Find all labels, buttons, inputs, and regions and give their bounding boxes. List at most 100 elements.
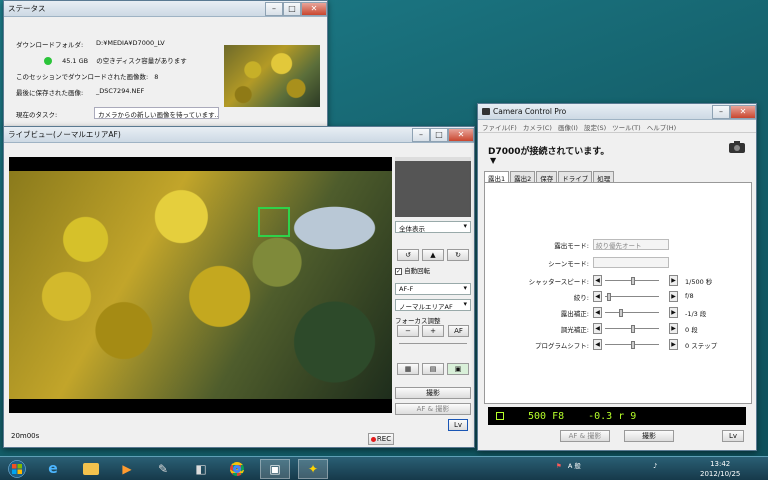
- download-folder-value: D:¥MEDIA¥D7000_LV: [96, 39, 165, 47]
- program-shift-thumb[interactable]: [631, 341, 635, 349]
- focus-adjust-label: フォーカス調整: [395, 317, 441, 325]
- program-shift-increase-button[interactable]: ▶: [669, 339, 678, 350]
- flash-comp-decrease-button[interactable]: ◀: [593, 323, 602, 334]
- grid-view-button[interactable]: ▦: [397, 363, 419, 375]
- lcd-status: -0.3 r 9: [588, 410, 637, 422]
- shutter-thumb[interactable]: [631, 277, 635, 285]
- arrow-up-icon: ▲: [430, 251, 436, 259]
- disk-ok-icon: [44, 57, 52, 65]
- af-point-frame[interactable]: [258, 207, 290, 237]
- auto-rotate-row[interactable]: ✓ 自動回転: [395, 265, 430, 275]
- flash-comp-thumb[interactable]: [631, 325, 635, 333]
- aperture-slider[interactable]: [605, 296, 659, 297]
- rotate-right-button[interactable]: ↻: [447, 249, 469, 261]
- exposure-comp-increase-button[interactable]: ▶: [669, 307, 678, 318]
- lcd-exposure: 500 F8: [528, 410, 565, 422]
- focus-slider[interactable]: [399, 343, 467, 344]
- shoot-button[interactable]: 撮影: [395, 387, 471, 399]
- flash-comp-increase-button[interactable]: ▶: [669, 323, 678, 334]
- exposure-mode-label: 露出モード:: [554, 242, 589, 250]
- start-button[interactable]: [2, 459, 32, 479]
- liveview-image[interactable]: [9, 157, 392, 413]
- display-select[interactable]: 全体表示: [395, 221, 471, 233]
- menu-camera[interactable]: カメラ(C): [523, 122, 552, 132]
- focus-plus-button[interactable]: +: [422, 325, 444, 337]
- ccp-titlebar[interactable]: Camera Control Pro – ✕: [478, 104, 756, 120]
- download-folder-label: ダウンロードフォルダ:: [16, 41, 84, 49]
- rotate-up-button[interactable]: ▲: [422, 249, 444, 261]
- shutter-row: シャッタースピード: ◀ ▶ 1/500 秒: [485, 275, 753, 287]
- menu-settings[interactable]: 設定(S): [584, 122, 606, 132]
- shutter-decrease-button[interactable]: ◀: [593, 275, 602, 286]
- exposure-pane: 露出モード: 絞り優先オート シーンモード: シャッタースピード: ◀ ▶ 1/…: [484, 182, 752, 404]
- split-view-button[interactable]: ▤: [422, 363, 444, 375]
- aperture-label: 絞り:: [573, 294, 589, 302]
- taskbar-explorer[interactable]: [76, 459, 106, 479]
- shutter-increase-button[interactable]: ▶: [669, 275, 678, 286]
- taskbar-camera-control[interactable]: ▣: [260, 459, 290, 479]
- minimize-button[interactable]: –: [265, 1, 283, 16]
- menu-help[interactable]: ヘルプ(H): [647, 122, 676, 132]
- exposure-comp-slider[interactable]: [605, 312, 659, 313]
- lv-button[interactable]: Lv: [722, 430, 744, 442]
- af-shoot-button[interactable]: AF & 撮影: [560, 430, 610, 442]
- exposure-comp-thumb[interactable]: [619, 309, 623, 317]
- taskbar-media-player[interactable]: ▶: [112, 459, 142, 479]
- menu-tools[interactable]: ツール(T): [612, 122, 641, 132]
- internet-explorer-icon: e: [48, 461, 58, 477]
- exposure-comp-row: 露出補正: ◀ ▶ -1/3 段: [485, 307, 753, 319]
- taskbar-chrome[interactable]: [222, 459, 252, 479]
- af-mode-select[interactable]: AF-F: [395, 283, 471, 295]
- rec-label: REC: [376, 435, 392, 443]
- rec-button[interactable]: REC: [368, 433, 394, 445]
- aperture-thumb[interactable]: [607, 293, 611, 301]
- camera-control-icon: ▣: [269, 462, 281, 476]
- current-task-label: 現在のタスク:: [16, 111, 58, 119]
- exposure-comp-decrease-button[interactable]: ◀: [593, 307, 602, 318]
- camera-icon: [728, 140, 746, 154]
- maximize-button[interactable]: □: [430, 127, 448, 142]
- close-button[interactable]: ✕: [730, 104, 756, 119]
- clock[interactable]: 13:42 2012/10/25: [700, 459, 740, 479]
- flash-comp-value: 0 段: [685, 326, 698, 334]
- checkbox-icon[interactable]: ✓: [395, 267, 402, 275]
- close-button[interactable]: ✕: [301, 1, 327, 16]
- disk-space-suffix: の空きディスク容量があります: [96, 57, 187, 65]
- af-area-select[interactable]: ノーマルエリアAF: [395, 299, 471, 311]
- current-task-row: 現在のタスク:: [16, 109, 57, 119]
- program-shift-row: プログラムシフト: ◀ ▶ 0 ステップ: [485, 339, 753, 351]
- liveview-titlebar[interactable]: ライブビュー(ノーマルエリアAF) – □ ✕: [4, 127, 474, 143]
- close-button[interactable]: ✕: [448, 127, 474, 142]
- lv-button[interactable]: Lv: [448, 419, 468, 431]
- maximize-button[interactable]: □: [283, 1, 301, 16]
- ime-indicator[interactable]: A 般: [568, 462, 581, 470]
- menu-file[interactable]: ファイル(F): [482, 122, 517, 132]
- program-shift-decrease-button[interactable]: ◀: [593, 339, 602, 350]
- af-shoot-button[interactable]: AF & 撮影: [395, 403, 471, 415]
- collapse-arrow-icon[interactable]: ▼: [490, 156, 496, 165]
- aperture-decrease-button[interactable]: ◀: [593, 291, 602, 302]
- exposure-mode-select[interactable]: 絞り優先オート: [593, 239, 669, 250]
- rotate-left-button[interactable]: ↺: [397, 249, 419, 261]
- shoot-button[interactable]: 撮影: [624, 430, 674, 442]
- menu-image[interactable]: 画像(I): [558, 122, 578, 132]
- minimize-button[interactable]: –: [712, 104, 730, 119]
- exposure-mode-row: 露出モード: 絞り優先オート: [485, 239, 753, 251]
- taskbar-app4[interactable]: ✎: [148, 459, 178, 479]
- status-title: ステータス: [8, 4, 46, 13]
- minimize-button[interactable]: –: [412, 127, 430, 142]
- photo-view-button[interactable]: ▣: [447, 363, 469, 375]
- af-button[interactable]: AF: [448, 325, 469, 337]
- taskbar-app5[interactable]: ◧: [186, 459, 216, 479]
- menu-bar: ファイル(F) カメラ(C) 画像(I) 設定(S) ツール(T) ヘルプ(H): [478, 120, 756, 133]
- status-titlebar[interactable]: ステータス – □ ✕: [4, 1, 327, 17]
- taskbar-ie[interactable]: e: [38, 459, 68, 479]
- flag-icon[interactable]: ⚑: [556, 462, 562, 470]
- aperture-increase-button[interactable]: ▶: [669, 291, 678, 302]
- taskbar-liveview[interactable]: ✦: [298, 459, 328, 479]
- record-icon: [370, 436, 376, 442]
- scene-mode-select[interactable]: [593, 257, 669, 268]
- volume-icon[interactable]: ♪: [653, 462, 657, 470]
- disk-space-row: 45.1 GB の空きディスク容量があります: [44, 55, 187, 65]
- focus-minus-button[interactable]: −: [397, 325, 419, 337]
